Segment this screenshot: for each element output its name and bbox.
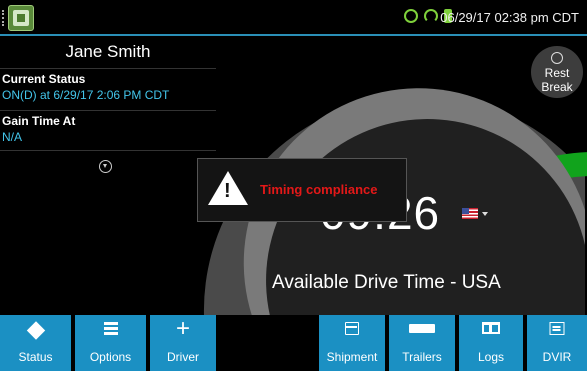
rest-break-button[interactable]: Rest Break <box>531 46 583 98</box>
app-logo-icon[interactable] <box>8 5 34 31</box>
us-flag-icon[interactable] <box>462 208 478 219</box>
divider <box>0 68 216 69</box>
status-icon <box>26 321 45 340</box>
dvir-button-label: DVIR <box>542 350 572 364</box>
gain-time-label: Gain Time At <box>2 114 76 128</box>
options-button-label: Options <box>89 350 132 364</box>
trailers-button-label: Trailers <box>402 350 442 364</box>
gain-time-value: N/A <box>2 130 23 144</box>
status-bar: 06/29/17 02:38 pm CDT <box>0 0 587 36</box>
menu-grip-icon[interactable] <box>2 10 6 26</box>
warning-icon <box>208 171 248 205</box>
logs-icon <box>482 322 500 334</box>
shipment-button[interactable]: Shipment <box>319 315 385 371</box>
country-dropdown-icon[interactable] <box>482 212 488 216</box>
logs-button-label: Logs <box>477 350 505 364</box>
status-button[interactable]: Status <box>0 315 71 371</box>
alarm-clock-icon <box>551 52 563 64</box>
driver-panel: Jane Smith Current Status ON(D) at 6/29/… <box>0 40 216 178</box>
add-driver-button[interactable]: + Driver <box>150 315 216 371</box>
current-status-value: ON(D) at 6/29/17 2:06 PM CDT <box>2 88 170 102</box>
divider <box>0 150 216 151</box>
current-status-label: Current Status <box>2 72 86 86</box>
available-drive-time-label: Available Drive Time - USA <box>272 272 501 293</box>
driver-name[interactable]: Jane Smith <box>0 42 216 62</box>
wifi-icon <box>424 9 438 23</box>
gps-icon <box>404 9 418 23</box>
dvir-button[interactable]: DVIR <box>527 315 587 371</box>
dvir-icon <box>549 322 565 335</box>
logs-button[interactable]: Logs <box>459 315 523 371</box>
divider <box>0 110 216 111</box>
shipment-icon <box>345 322 359 335</box>
timing-compliance-toast: Timing compliance <box>197 158 407 222</box>
toast-message: Timing compliance <box>260 182 378 197</box>
status-button-label: Status <box>18 350 53 364</box>
plus-icon: + <box>175 315 191 342</box>
options-icon <box>103 322 118 335</box>
bottom-toolbar: Status Options + Driver Shipment Trailer… <box>0 315 587 371</box>
trailer-icon <box>409 324 435 333</box>
trailers-button[interactable]: Trailers <box>389 315 455 371</box>
driver-button-label: Driver <box>167 350 199 364</box>
rest-break-label: Rest Break <box>541 66 573 94</box>
options-button[interactable]: Options <box>75 315 146 371</box>
status-datetime: 06/29/17 02:38 pm CDT <box>440 10 579 25</box>
shipment-button-label: Shipment <box>326 350 378 364</box>
expand-chevron-icon[interactable] <box>99 160 112 173</box>
